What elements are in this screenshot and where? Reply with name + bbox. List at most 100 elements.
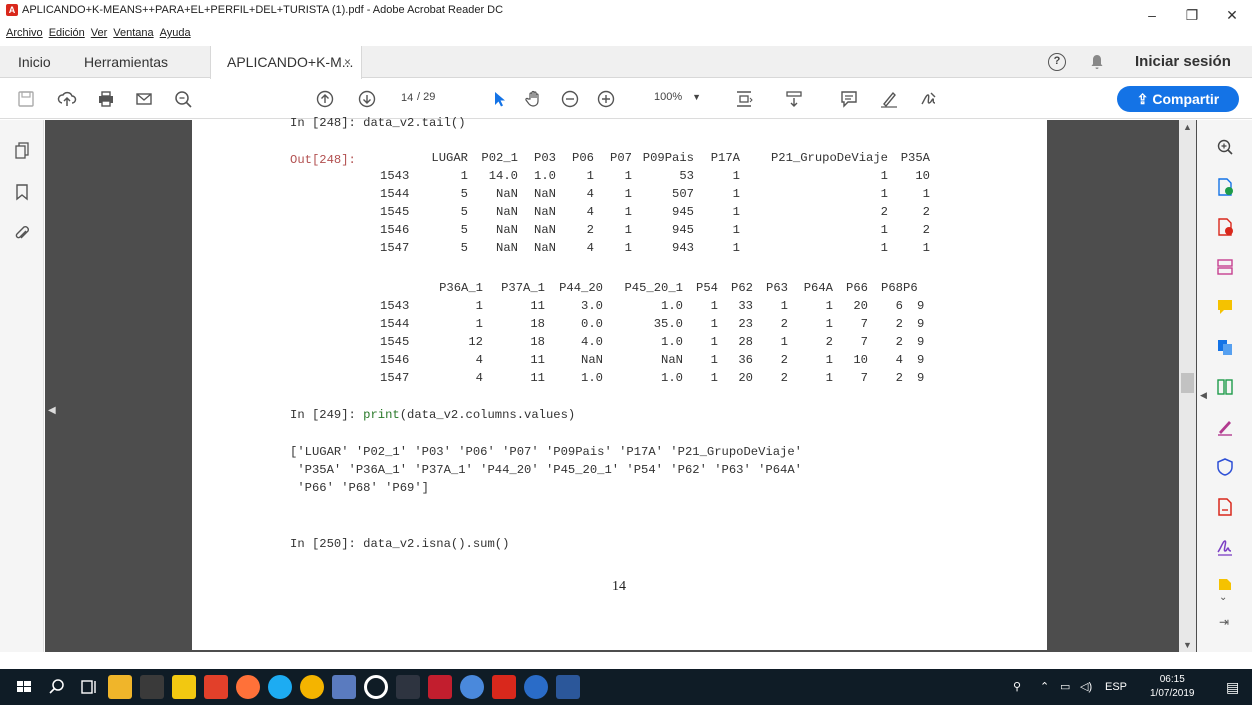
search-icon[interactable]	[45, 675, 69, 699]
collapse-right-icon[interactable]: ◀	[1200, 390, 1207, 401]
restore-button[interactable]: ❐	[1172, 0, 1212, 30]
pdf-document-icon[interactable]	[1216, 498, 1234, 516]
attachment-icon[interactable]	[12, 224, 32, 244]
page-number-input[interactable]: 14	[400, 91, 414, 105]
export-pdf-icon[interactable]	[1216, 178, 1234, 196]
expand-panel-icon[interactable]: ⇥	[1219, 615, 1229, 629]
notification-icon[interactable]: ▤	[1226, 669, 1239, 705]
firefox-icon[interactable]	[236, 675, 260, 699]
share-button[interactable]: ⇪ Compartir	[1117, 86, 1239, 112]
git-tool-icon[interactable]	[396, 675, 420, 699]
table-cell: 1	[624, 169, 632, 183]
acrobat-taskbar-icon[interactable]	[492, 675, 516, 699]
menu-ventana[interactable]: Ventana	[113, 27, 153, 39]
table-row: 1543 1 14.0 1.0 1 1 53 1 1 10	[380, 167, 930, 185]
hand-tool-icon[interactable]	[522, 87, 546, 111]
out-label: Out[248]:	[290, 153, 356, 167]
print-icon[interactable]	[94, 87, 118, 111]
fill-sign-icon[interactable]	[1216, 418, 1234, 436]
menu-edicion[interactable]: Edición	[49, 27, 85, 39]
signin-link[interactable]: Iniciar sesión	[1135, 46, 1231, 78]
table-cell: 18	[530, 317, 545, 331]
language-indicator[interactable]: ESP	[1105, 669, 1127, 705]
create-pdf-icon[interactable]	[1216, 218, 1234, 236]
comment-icon[interactable]	[837, 87, 861, 111]
tab-inicio[interactable]: Inicio	[18, 46, 51, 78]
power-bi-icon[interactable]	[172, 675, 196, 699]
minimize-button[interactable]: –	[1132, 0, 1172, 30]
zoom-out-icon[interactable]	[558, 87, 582, 111]
scroll-down-icon[interactable]: ▼	[1183, 640, 1192, 650]
tab-document[interactable]: APLICANDO+K-M... ×	[210, 46, 362, 79]
table-cell: NaN	[534, 223, 556, 237]
email-icon[interactable]	[132, 87, 156, 111]
clock[interactable]: 06:15 1/07/2019	[1150, 673, 1195, 701]
table-cell: 35.0	[653, 317, 683, 331]
previous-page-icon[interactable]	[313, 87, 337, 111]
bookmark-icon[interactable]	[12, 182, 32, 202]
tab-herramientas[interactable]: Herramientas	[84, 46, 168, 78]
app-blue-circle-icon[interactable]	[268, 675, 292, 699]
zoom-in-icon[interactable]	[594, 87, 618, 111]
collapse-left-icon[interactable]: ◀	[48, 405, 56, 416]
app-people-icon[interactable]	[460, 675, 484, 699]
row-index: 1545	[380, 205, 410, 219]
protect-shield-icon[interactable]	[1216, 458, 1234, 476]
signature-tool-icon[interactable]	[1216, 538, 1234, 556]
upload-cloud-icon[interactable]	[55, 87, 79, 111]
page-layout-icon[interactable]	[732, 87, 756, 111]
sign-icon[interactable]	[917, 87, 941, 111]
more-tools-chevron-icon[interactable]: ⌄	[1219, 592, 1227, 603]
table-cell: 4	[586, 241, 594, 255]
scroll-mode-icon[interactable]	[782, 87, 806, 111]
highlight-pen-icon[interactable]	[877, 87, 901, 111]
comment-tool-icon[interactable]	[1216, 298, 1234, 316]
table-cell: 1.0	[661, 371, 683, 385]
obs-icon[interactable]	[364, 675, 388, 699]
battery-icon[interactable]: ▭	[1060, 669, 1070, 705]
task-view-icon[interactable]	[77, 675, 101, 699]
zoom-search-tool-icon[interactable]	[1216, 138, 1234, 156]
tray-chevron-icon[interactable]: ⌃	[1040, 669, 1049, 705]
tool-diamond-icon[interactable]	[332, 675, 356, 699]
save-icon[interactable]	[14, 87, 38, 111]
select-cursor-icon[interactable]	[487, 87, 511, 111]
table-cell: 2	[780, 353, 788, 367]
close-tab-icon[interactable]: ×	[344, 46, 351, 78]
scrollbar-thumb[interactable]	[1181, 373, 1194, 393]
column-header: P63	[766, 281, 788, 295]
edit-pdf-icon[interactable]	[1216, 258, 1234, 276]
app-red-icon[interactable]	[428, 675, 452, 699]
organize-pages-icon[interactable]	[1216, 378, 1234, 396]
code-line-250: In [250]: data_v2.isna().sum()	[290, 537, 510, 551]
table-row: 1547 4 11 1.0 1.0 1 20 2 1 7 2 9	[380, 369, 924, 387]
word-icon[interactable]	[556, 675, 580, 699]
close-button[interactable]: ✕	[1212, 0, 1252, 30]
terminal-icon[interactable]	[140, 675, 164, 699]
menu-ver[interactable]: Ver	[91, 27, 108, 39]
in249-prefix: In [249]:	[290, 408, 364, 422]
windows-start-icon[interactable]	[12, 675, 36, 699]
volume-icon[interactable]: ◁)	[1080, 669, 1092, 705]
search-zoom-icon[interactable]	[171, 87, 195, 111]
next-page-icon[interactable]	[355, 87, 379, 111]
menu-archivo[interactable]: Archivo	[6, 27, 43, 39]
stamp-tool-icon[interactable]	[1216, 578, 1234, 590]
chrome-icon[interactable]	[300, 675, 324, 699]
help-icon[interactable]: ?	[1048, 53, 1066, 71]
zoom-select[interactable]: 100% ▼	[654, 91, 701, 103]
file-explorer-icon[interactable]	[108, 675, 132, 699]
sublime-icon[interactable]	[204, 675, 228, 699]
menu-ayuda[interactable]: Ayuda	[160, 27, 191, 39]
row-index: 1546	[380, 223, 410, 237]
vertical-scrollbar[interactable]: ▲ ▼	[1179, 120, 1196, 652]
table-cell: 1	[732, 205, 740, 219]
dataframe-table-2: P36A_1 P37A_1 P44_20 P45_20_1 P54 P62 P63 P64A P…	[380, 279, 924, 387]
page-thumbnails-icon[interactable]	[12, 140, 32, 160]
combine-files-icon[interactable]	[1216, 338, 1234, 356]
bell-icon[interactable]	[1090, 54, 1104, 73]
app-arrow-icon[interactable]	[524, 675, 548, 699]
people-tray-icon[interactable]: ⚲	[1013, 669, 1021, 705]
scroll-up-icon[interactable]: ▲	[1183, 122, 1192, 132]
table-cell: 9	[917, 335, 925, 349]
